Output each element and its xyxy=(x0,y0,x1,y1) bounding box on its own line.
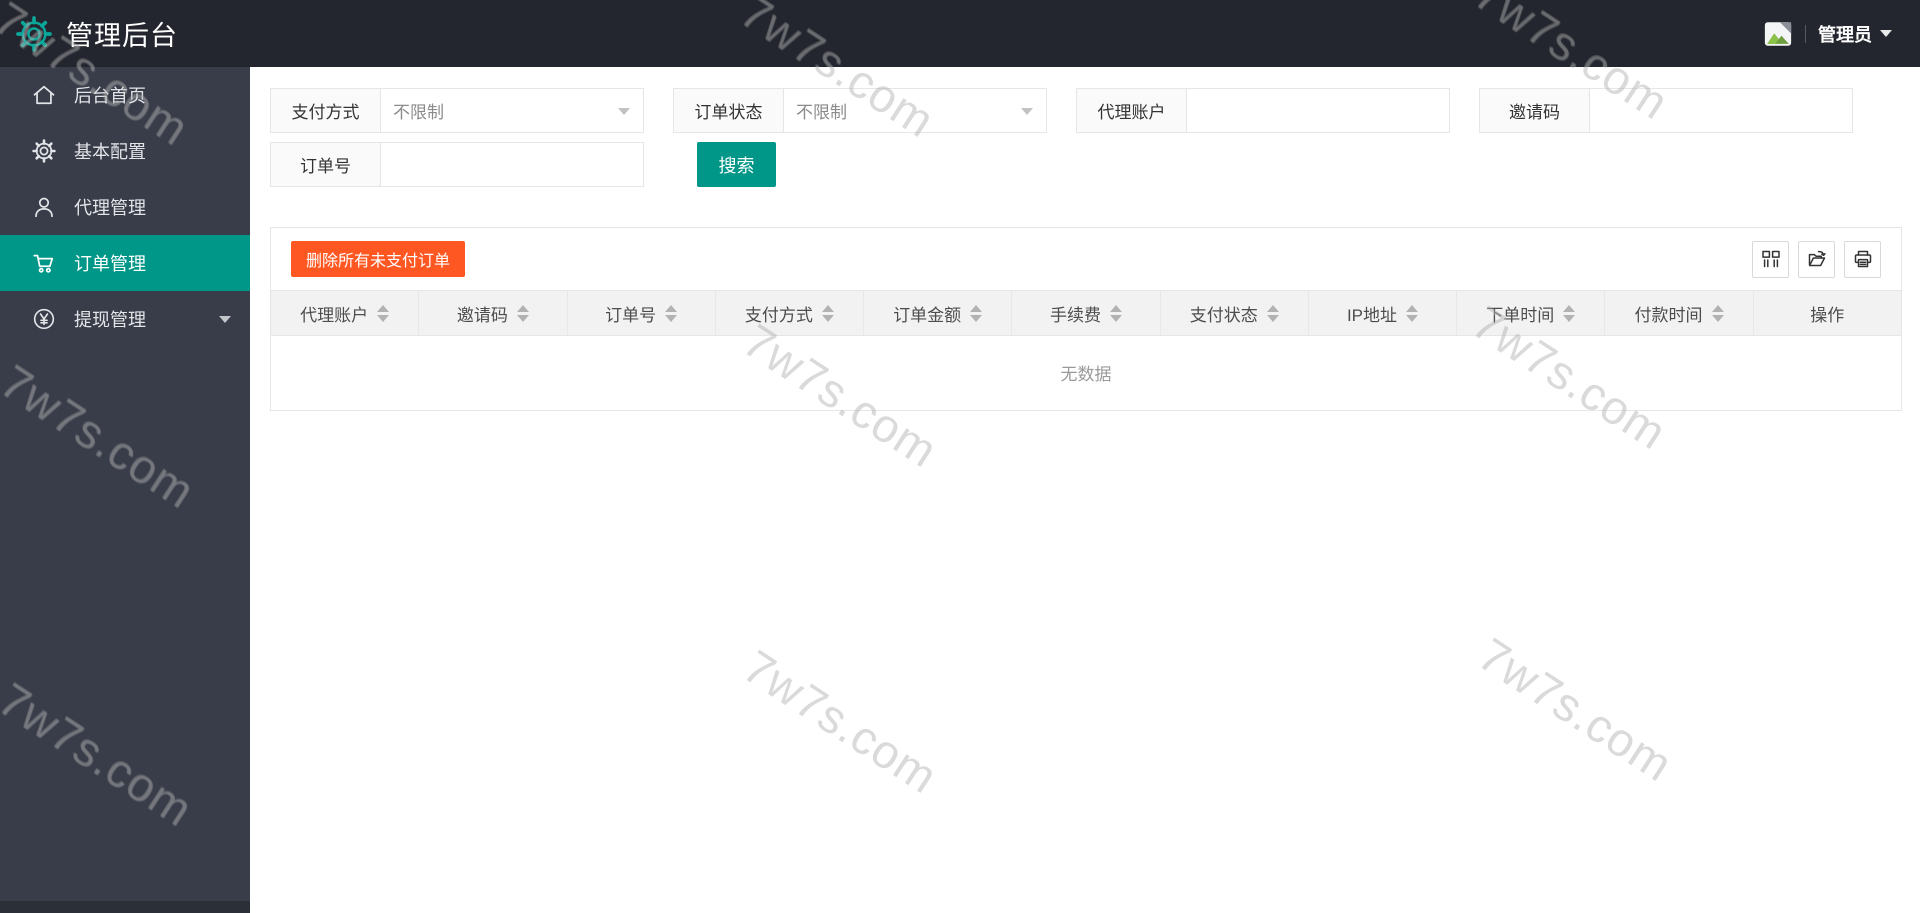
delete-unpaid-orders-button[interactable]: 删除所有未支付订单 xyxy=(291,241,465,277)
chevron-down-icon xyxy=(1021,108,1033,115)
chevron-down-icon xyxy=(219,316,231,323)
sidebar-nav: 后台首页基本配置代理管理订单管理提现管理 xyxy=(0,67,250,913)
column-header: 下单时间 xyxy=(1457,291,1605,335)
sidebar-item-orders[interactable]: 订单管理 xyxy=(0,235,250,291)
gear-icon xyxy=(31,138,57,164)
sort-icon[interactable] xyxy=(1267,305,1279,322)
filter-label: 邀请码 xyxy=(1480,89,1590,132)
column-label: 支付方式 xyxy=(745,301,813,326)
sort-icon[interactable] xyxy=(665,305,677,322)
column-header: 支付方式 xyxy=(716,291,864,335)
column-header: 付款时间 xyxy=(1605,291,1753,335)
chevron-down-icon xyxy=(1880,30,1892,37)
orders-table-card: 删除所有未支付订单 代理账户 邀请码 订单号 支付方式 订单金额 手续费 支付状态 IP地址 下… xyxy=(270,227,1902,411)
table-empty-state: 无数据 xyxy=(271,336,1901,408)
order-no-input[interactable] xyxy=(381,143,643,186)
divider xyxy=(1805,25,1806,43)
table-header-row: 代理账户 邀请码 订单号 支付方式 订单金额 手续费 支付状态 IP地址 下单时间 付款时间 操作 xyxy=(271,290,1901,336)
filter-group-agent-account: 代理账户 xyxy=(1076,88,1450,133)
cart-icon xyxy=(31,250,57,276)
filter-label: 支付方式 xyxy=(271,89,381,132)
column-header: 手续费 xyxy=(1012,291,1160,335)
column-header: 订单金额 xyxy=(864,291,1012,335)
column-label: 订单金额 xyxy=(893,301,961,326)
column-label: 代理账户 xyxy=(300,301,368,326)
column-label: 下单时间 xyxy=(1486,301,1554,326)
home-icon xyxy=(31,82,57,108)
column-label: 邀请码 xyxy=(457,301,508,326)
sidebar-item-label: 订单管理 xyxy=(74,250,146,276)
filter-group-pay-method: 支付方式不限制 xyxy=(270,88,644,133)
filter-group-order-no: 订单号 xyxy=(270,142,644,187)
filter-group-invite-code: 邀请码 xyxy=(1479,88,1853,133)
print-icon xyxy=(1851,247,1875,271)
sort-icon[interactable] xyxy=(822,305,834,322)
sidebar-item-withdraw[interactable]: 提现管理 xyxy=(0,291,250,347)
agent-account-input[interactable] xyxy=(1187,89,1449,132)
column-label: 支付状态 xyxy=(1190,301,1258,326)
column-label: 手续费 xyxy=(1050,301,1101,326)
column-header: 操作 xyxy=(1754,291,1901,335)
column-header: 支付状态 xyxy=(1161,291,1309,335)
sidebar-item-label: 提现管理 xyxy=(74,306,146,332)
sort-icon[interactable] xyxy=(1712,305,1724,322)
users-icon xyxy=(31,194,57,220)
gear-icon xyxy=(14,14,54,54)
select-value: 不限制 xyxy=(784,98,847,123)
sidebar-item-agents[interactable]: 代理管理 xyxy=(0,179,250,235)
pay-method-select[interactable]: 不限制 xyxy=(381,89,643,132)
column-label: 付款时间 xyxy=(1635,301,1703,326)
column-header: IP地址 xyxy=(1309,291,1457,335)
filter-group-order-status: 订单状态不限制 xyxy=(673,88,1047,133)
export-tool-button[interactable] xyxy=(1798,241,1835,278)
column-label: 操作 xyxy=(1810,301,1844,326)
broken-image-icon xyxy=(1763,19,1793,49)
column-header: 代理账户 xyxy=(271,291,419,335)
sort-icon[interactable] xyxy=(1406,305,1418,322)
top-header-bar: 管理后台 管理员 xyxy=(0,0,1920,67)
table-toolbar: 删除所有未支付订单 xyxy=(271,228,1901,290)
user-name: 管理员 xyxy=(1818,21,1872,47)
search-button[interactable]: 搜索 xyxy=(697,142,776,187)
filter-label: 订单号 xyxy=(271,143,381,186)
order-status-select[interactable]: 不限制 xyxy=(784,89,1046,132)
select-value: 不限制 xyxy=(381,98,444,123)
sort-icon[interactable] xyxy=(377,305,389,322)
column-header: 订单号 xyxy=(568,291,716,335)
order-no-field xyxy=(381,143,643,186)
sort-icon[interactable] xyxy=(517,305,529,322)
column-header: 邀请码 xyxy=(419,291,567,335)
sidebar-item-label: 代理管理 xyxy=(74,194,146,220)
print-tool-button[interactable] xyxy=(1844,241,1881,278)
invite-code-input[interactable] xyxy=(1590,89,1852,132)
sidebar-item-label: 基本配置 xyxy=(74,138,146,164)
sort-icon[interactable] xyxy=(970,305,982,322)
app-title: 管理后台 xyxy=(66,14,178,53)
yen-circle-icon xyxy=(31,306,57,332)
sidebar-item-label: 后台首页 xyxy=(74,82,146,108)
columns-icon xyxy=(1759,247,1783,271)
filter-label: 代理账户 xyxy=(1077,89,1187,132)
filter-form: 支付方式不限制订单状态不限制代理账户邀请码 订单号 搜索 xyxy=(270,88,1882,187)
sidebar-footer-strip xyxy=(0,901,250,913)
invite-code-field xyxy=(1590,89,1852,132)
sort-icon[interactable] xyxy=(1563,305,1575,322)
main-content: 支付方式不限制订单状态不限制代理账户邀请码 订单号 搜索 删除所有未支付订单 代… xyxy=(250,67,1920,913)
user-menu[interactable]: 管理员 xyxy=(1763,19,1920,49)
column-label: IP地址 xyxy=(1347,301,1397,326)
sidebar-item-home[interactable]: 后台首页 xyxy=(0,67,250,123)
export-icon xyxy=(1805,247,1829,271)
chevron-down-icon xyxy=(618,108,630,115)
sort-icon[interactable] xyxy=(1110,305,1122,322)
filter-label: 订单状态 xyxy=(674,89,784,132)
column-label: 订单号 xyxy=(605,301,656,326)
agent-account-field xyxy=(1187,89,1449,132)
app-logo: 管理后台 xyxy=(0,14,178,54)
sidebar-item-config[interactable]: 基本配置 xyxy=(0,123,250,179)
columns-tool-button[interactable] xyxy=(1752,241,1789,278)
